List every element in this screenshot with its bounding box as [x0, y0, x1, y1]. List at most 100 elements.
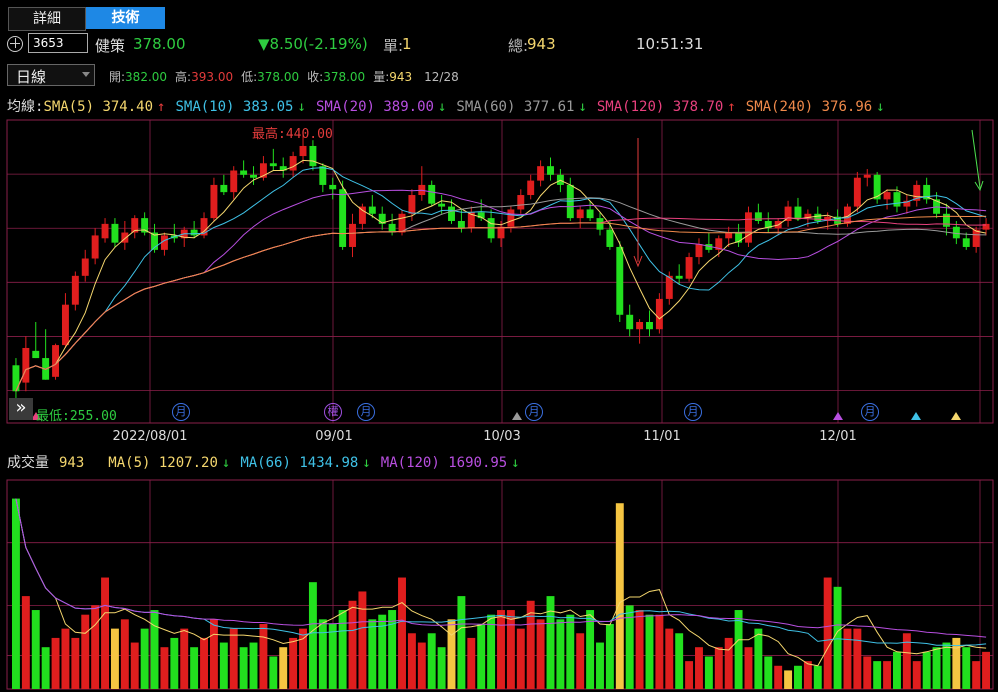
- volume-bar: [506, 610, 515, 689]
- candle-body: [893, 192, 901, 207]
- candle-body: [853, 177, 861, 207]
- candle-body: [240, 170, 248, 175]
- price-pane-frame: [6, 119, 994, 424]
- volume-bar: [229, 628, 238, 689]
- event-marker[interactable]: 月: [172, 403, 190, 421]
- candle-body: [101, 223, 109, 239]
- volume-bar: [477, 623, 486, 689]
- price-ma-line: [15, 159, 987, 392]
- event-marker[interactable]: 月: [861, 403, 879, 421]
- candle-body: [942, 213, 950, 227]
- volume-bar: [803, 661, 812, 689]
- volume-bar: [51, 637, 60, 689]
- volume-bar: [566, 614, 575, 689]
- candle-body: [299, 145, 307, 157]
- candle-body: [576, 209, 584, 219]
- candle-body: [457, 221, 465, 229]
- volume-bar: [536, 619, 545, 689]
- candle-body: [863, 174, 871, 178]
- ma-value: 376.96: [813, 99, 873, 115]
- candle-body: [408, 195, 416, 214]
- candle-body: [428, 184, 436, 204]
- candle-body: [71, 275, 79, 305]
- volume-bar: [774, 665, 783, 689]
- volume-bar: [417, 642, 426, 689]
- ma-arrow: ↓: [578, 99, 587, 115]
- event-marker[interactable]: 月: [684, 403, 702, 421]
- candle-body: [517, 195, 525, 210]
- volume-bar: [407, 633, 416, 689]
- candle-body: [349, 223, 356, 247]
- ma-value: 378.70: [664, 99, 724, 115]
- volume-bar: [388, 610, 397, 689]
- candle-body: [606, 229, 614, 247]
- ma-legend-item: SMA(60) 377.61 ↓: [456, 99, 586, 115]
- volume-bar: [21, 596, 30, 689]
- candle-body: [220, 184, 228, 193]
- double-chevron-right-icon[interactable]: »: [9, 398, 33, 420]
- ma-label: SMA(240): [745, 99, 814, 115]
- signal-triangle-icon: [512, 412, 522, 420]
- ma-legend-item: SMA(240) 376.96 ↓: [746, 99, 885, 115]
- volume-bar: [596, 642, 604, 689]
- event-marker[interactable]: 月: [357, 403, 375, 421]
- candle-body: [12, 365, 20, 392]
- volume-bar: [556, 619, 565, 689]
- low-annotation: 最低:255.00: [36, 405, 117, 424]
- candle-body: [814, 213, 822, 221]
- high-annotation-label: 最高:: [252, 127, 286, 142]
- volume-ma-arrow: ↓: [221, 455, 231, 471]
- signal-triangle-icon: [951, 412, 961, 420]
- candle-body: [695, 244, 703, 258]
- candle-body: [22, 347, 30, 383]
- volume-bar: [665, 628, 674, 689]
- event-marker[interactable]: 權: [324, 403, 342, 421]
- volume-bar: [130, 642, 139, 689]
- volume-bar: [110, 628, 119, 689]
- candle-body: [269, 163, 277, 167]
- volume-bar: [714, 647, 723, 689]
- volume-bar: [180, 628, 189, 689]
- volume-bar: [101, 577, 109, 689]
- volume-bar: [497, 610, 505, 689]
- volume-bar: [200, 637, 208, 689]
- candle-body: [61, 304, 69, 346]
- ma-label: SMA(5): [43, 99, 95, 115]
- volume-bar: [932, 647, 941, 689]
- volume-ma-value: 1434.98: [290, 455, 359, 471]
- event-marker[interactable]: 月: [525, 403, 543, 421]
- volume-bar: [160, 647, 169, 689]
- volume-bar: [823, 577, 832, 689]
- candle-body: [81, 258, 89, 276]
- volume-bar: [190, 647, 199, 689]
- price-ma-line: [15, 167, 987, 392]
- candle-body: [448, 206, 455, 221]
- candle-body: [289, 156, 297, 171]
- volume-legend: 成交量 943 MA(5) 1207.20 ↓ MA(66) 1434.98 ↓ MA(12…: [7, 452, 530, 472]
- ma-label: SMA(60): [456, 99, 516, 115]
- volume-ma-item: MA(66) 1434.98 ↓: [240, 455, 370, 471]
- volume-bar: [883, 661, 892, 689]
- date-axis-label: 11/01: [643, 429, 681, 444]
- date-axis-label: 10/03: [483, 429, 521, 444]
- volume-bar: [279, 647, 288, 689]
- volume-bar: [318, 619, 327, 689]
- volume-bar: [546, 596, 555, 689]
- candle-body: [329, 184, 337, 190]
- ma-legend-item: SMA(120) 378.70 ↑: [597, 99, 736, 115]
- volume-bar: [576, 633, 585, 689]
- volume-bar: [516, 628, 525, 689]
- volume-current: 943: [59, 455, 85, 471]
- candle-body: [616, 246, 624, 315]
- ma-label: SMA(20): [315, 99, 375, 115]
- candle-body: [784, 206, 792, 221]
- ma-arrow: ↓: [437, 99, 447, 115]
- volume-bar: [11, 498, 20, 689]
- volume-bar: [259, 623, 268, 689]
- candle-body: [596, 218, 604, 230]
- volume-bar: [209, 619, 218, 689]
- candle-body: [497, 226, 505, 239]
- volume-bar: [675, 633, 684, 689]
- candle-body: [972, 229, 980, 247]
- volume-bar: [120, 619, 129, 689]
